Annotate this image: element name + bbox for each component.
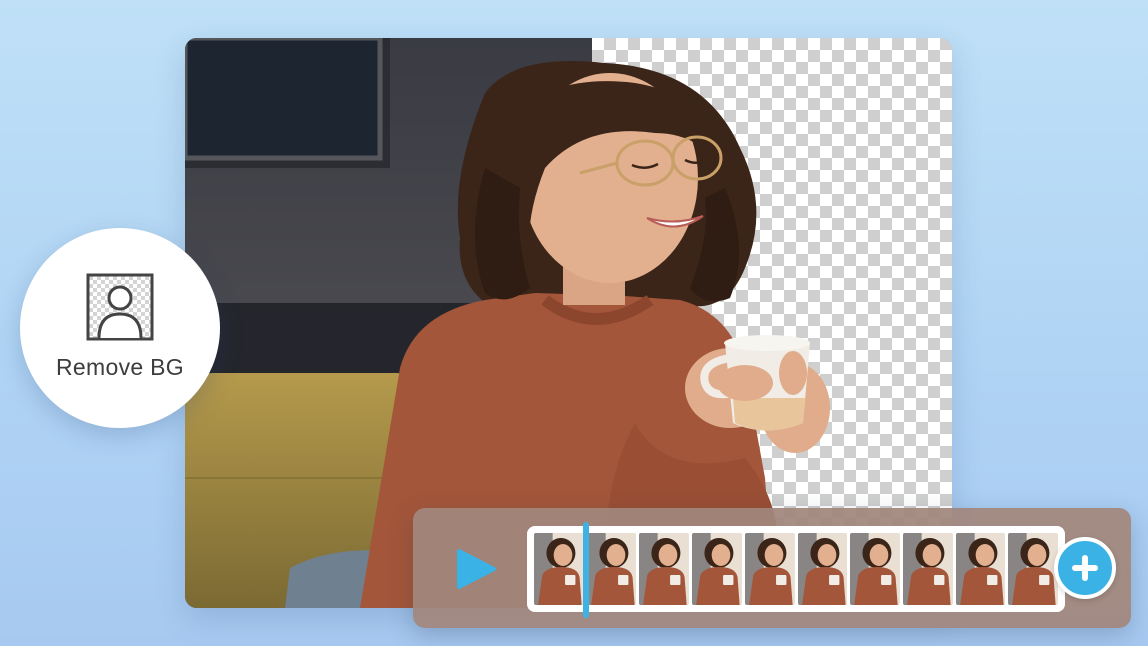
remove-bg-button[interactable]: Remove BG <box>20 228 220 428</box>
film-frame[interactable] <box>587 533 637 605</box>
video-timeline <box>413 508 1131 628</box>
filmstrip[interactable] <box>527 526 1065 612</box>
film-frame[interactable] <box>850 533 900 605</box>
add-clip-button[interactable] <box>1054 537 1116 599</box>
film-frame[interactable] <box>1008 533 1058 605</box>
film-frame[interactable] <box>692 533 742 605</box>
remove-bg-label: Remove BG <box>56 354 184 381</box>
film-frame[interactable] <box>639 533 689 605</box>
person-transparent-icon <box>85 272 155 342</box>
play-icon[interactable] <box>456 548 496 590</box>
film-frame[interactable] <box>745 533 795 605</box>
film-frame[interactable] <box>956 533 1006 605</box>
film-frame[interactable] <box>798 533 848 605</box>
plus-icon <box>1070 553 1100 583</box>
film-frame[interactable] <box>903 533 953 605</box>
playhead-handle[interactable] <box>583 522 589 618</box>
film-frame[interactable] <box>534 533 584 605</box>
